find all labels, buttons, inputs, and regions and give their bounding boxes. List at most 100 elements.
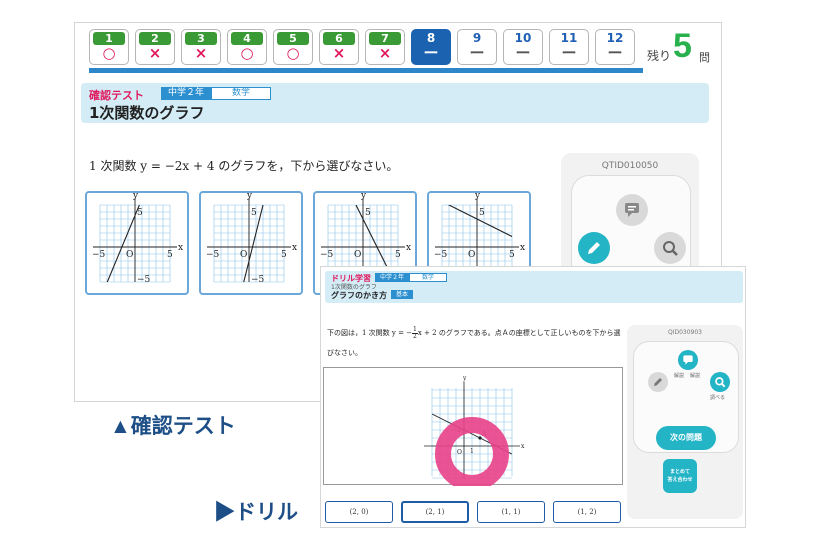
drill-title: グラフのかき方 [331, 291, 387, 300]
question-mark: ○ [240, 44, 254, 62]
question-button-11[interactable]: 11 ー [549, 29, 589, 65]
caption-test: ▲確認テスト [110, 415, 236, 438]
bulk-line-2: 答え合わせ [667, 477, 693, 483]
drill-tool-hex: 解説 解説 調べる 次の問題 [633, 341, 739, 453]
question-button-6[interactable]: 6 × [319, 29, 359, 65]
question-mark: ー [561, 44, 577, 62]
axis-label: O [468, 250, 475, 260]
answer-option-3[interactable]: (1, 1) [477, 501, 545, 523]
page-title: 1次関数のグラフ [89, 104, 205, 122]
axis-label: 5 [479, 208, 485, 218]
graph-label: O [457, 449, 462, 456]
drill-search-button[interactable] [710, 372, 730, 392]
question-mark: ○ [102, 44, 116, 62]
progress-fill [89, 68, 643, 73]
question-part-1: 下の図は，1 次関数 y = − [327, 329, 413, 337]
choice-graph-1[interactable]: x y 5 −5 5 −5 O [85, 191, 189, 295]
bulk-line-1: まとめて [669, 469, 690, 475]
question-mark: ー [515, 44, 531, 62]
drill-tool-panel: QID030903 解説 解説 調べる 次の問題 まとめて 答え合わせ [627, 325, 743, 519]
answer-option-4[interactable]: (1, 2) [553, 501, 621, 523]
pencil-icon [652, 373, 664, 392]
axis-label: −5 [92, 250, 106, 260]
axis-label: −5 [251, 275, 265, 285]
progress-bar [89, 68, 643, 73]
question-text: 1 次関数 y = −2x + 4 のグラフを，下から選びなさい。 [89, 159, 399, 173]
question-button-12[interactable]: 12 ー [595, 29, 635, 65]
question-mark: ー [607, 44, 623, 62]
graph-label: x [521, 443, 525, 450]
question-mark: ○ [286, 44, 300, 62]
question-mark: × [194, 44, 208, 62]
axis-label: y [474, 193, 481, 201]
axis-label: O [126, 250, 133, 260]
axis-label: O [240, 250, 247, 260]
subject-tag: 数学 [211, 87, 271, 100]
axis-label: x [520, 243, 525, 253]
search-button[interactable] [654, 232, 686, 264]
remaining-counter: 残り 5 問 [647, 27, 711, 71]
axis-label: 5 [365, 208, 371, 218]
hint-label-2: 解説 [690, 373, 701, 379]
question-button-7[interactable]: 7 × [365, 29, 405, 65]
search-icon [714, 373, 726, 392]
question-button-5[interactable]: 5 ○ [273, 29, 313, 65]
drill-question: 下の図は，1 次関数 y = −1 2 x + 2 のグラフである。点Ａの座標として… [327, 323, 627, 363]
question-button-1[interactable]: 1 ○ [89, 29, 129, 65]
coordinate-graph: xy5−55−5O [206, 193, 297, 285]
remaining-label: 残り [647, 49, 672, 63]
graph-label: 1 [470, 448, 474, 455]
bulk-check-button[interactable]: まとめて 答え合わせ [663, 459, 697, 493]
choice-graph-2[interactable]: x y 5 −5 5 −5 O [199, 191, 303, 295]
question-button-4[interactable]: 4 ○ [227, 29, 267, 65]
axis-label: −5 [137, 275, 151, 285]
lesson-kind: 確認テスト [89, 89, 144, 102]
axis-label: 5 [251, 208, 257, 218]
coordinate-graph: xy5−55−5O [92, 193, 183, 285]
drill-grade-tag: 中学２年 [375, 273, 410, 282]
question-button-10[interactable]: 10 ー [503, 29, 543, 65]
remaining-count: 5 [673, 27, 692, 65]
axis-label: y [132, 193, 139, 201]
drill-hint-button[interactable] [678, 350, 698, 370]
axis-label: 5 [509, 250, 515, 260]
question-button-9[interactable]: 9ー [457, 29, 497, 65]
answer-option-1[interactable]: (2, 0) [325, 501, 393, 523]
question-button-3[interactable]: 3 × [181, 29, 221, 65]
pencil-button[interactable] [578, 232, 610, 264]
axis-label: −5 [434, 250, 448, 260]
hint-button[interactable] [616, 194, 648, 226]
drill-graph: Axy21O [323, 367, 623, 491]
level-tag: 基本 [391, 290, 414, 299]
drill-question-id: QID030903 [667, 329, 703, 336]
question-button-8[interactable]: 8ー [411, 29, 451, 65]
question-mark: × [148, 44, 162, 62]
grade-tag: 中学２年 [161, 87, 212, 100]
caption-drill: ▶ドリル [214, 501, 298, 524]
comment-icon [682, 351, 694, 370]
graph-label: y [462, 375, 467, 382]
pencil-icon [585, 242, 603, 261]
drill-subject-tag: 数学 [409, 273, 447, 282]
question-button-2[interactable]: 2 × [135, 29, 175, 65]
next-question-button[interactable]: 次の問題 [656, 426, 716, 450]
axis-label: x [178, 243, 183, 253]
lesson-header: 確認テスト 中学２年 数学 1次関数のグラフ [81, 83, 709, 123]
drill-screen: ドリル学習 中学２年 数学 1次関数のグラフ グラフのかき方 基本 下の図は，1… [320, 266, 746, 528]
axis-label: 5 [167, 250, 173, 260]
question-mark: ー [469, 44, 485, 62]
remaining-unit: 問 [699, 51, 710, 64]
comment-icon [623, 203, 641, 223]
axis-label: 5 [281, 250, 287, 260]
hint-label: 解説 [674, 373, 685, 379]
axis-label: O [354, 250, 361, 260]
question-mark: × [378, 44, 392, 62]
question-navigator: 1 ○ 2 × 3 × 4 ○ 5 ○ 6 × 7 × 8 ー 9 ー 10 ー 11 ー 12 ー [89, 29, 717, 73]
axis-label: y [360, 193, 367, 201]
drill-pencil-button[interactable] [648, 372, 668, 392]
question-id: QTID010050 [601, 161, 659, 171]
drill-header: ドリル学習 中学２年 数学 1次関数のグラフ グラフのかき方 基本 [325, 271, 743, 303]
axis-label: 5 [395, 250, 401, 260]
answer-option-2[interactable]: (2, 1) [401, 501, 469, 523]
axis-label: x [406, 243, 411, 253]
